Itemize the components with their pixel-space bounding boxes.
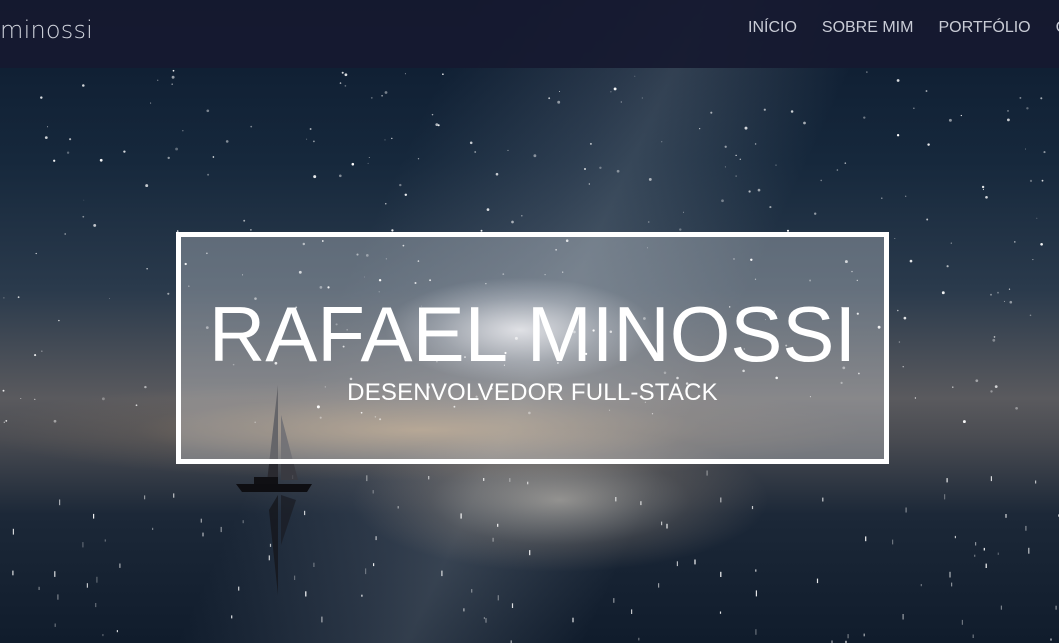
nav-link-contato[interactable]: C <box>1056 19 1059 37</box>
nav-menu: INÍCIO SOBRE MIM PORTFÓLIO C <box>748 19 1059 37</box>
brand-logo-text[interactable]: minossi <box>0 16 93 44</box>
nav-link-inicio[interactable]: INÍCIO <box>748 19 797 37</box>
hero-title-box: RAFAEL MINOSSI DESENVOLVEDOR FULL-STACK <box>176 232 889 464</box>
nav-link-portfolio[interactable]: PORTFÓLIO <box>938 19 1030 37</box>
top-navbar: minossi INÍCIO SOBRE MIM PORTFÓLIO C <box>0 0 1059 68</box>
hero-subtitle: DESENVOLVEDOR FULL-STACK <box>347 379 718 406</box>
nav-link-sobre-mim[interactable]: SOBRE MIM <box>822 19 914 37</box>
hero-title: RAFAEL MINOSSI <box>208 290 857 378</box>
